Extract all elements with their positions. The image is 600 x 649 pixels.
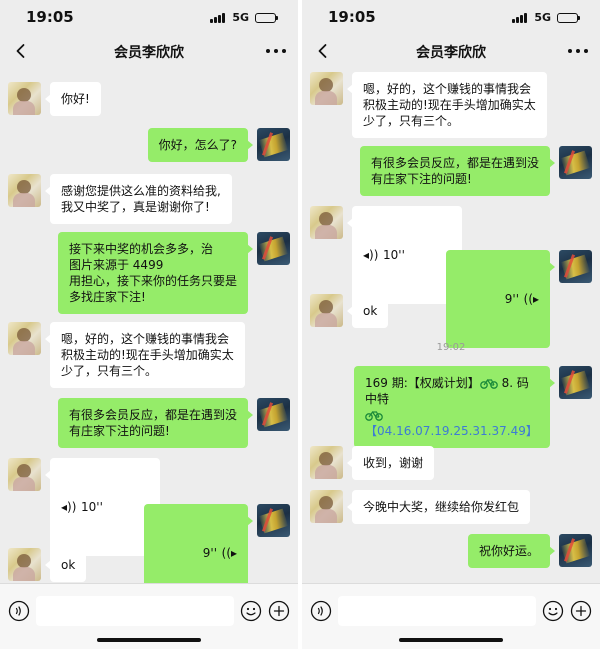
voice-wave-icon: ◂)) <box>221 546 237 560</box>
signal-icon <box>512 12 528 23</box>
input-bar <box>302 583 600 649</box>
self-avatar[interactable] <box>257 504 290 537</box>
message-bubble[interactable]: 感谢您提供这么准的资料给我, 我又中奖了，真是谢谢你了! <box>45 174 232 224</box>
bicycle-icon <box>479 378 498 389</box>
plus-icon[interactable] <box>268 600 290 622</box>
more-dots-icon[interactable] <box>266 43 286 59</box>
self-avatar[interactable] <box>559 250 592 283</box>
nav-bar: 会员李欣欣 <box>0 34 298 68</box>
message-bubble[interactable]: 有很多会员反应，都是在遇到没 有庄家下注的问题! <box>359 146 556 196</box>
message-bubble[interactable]: 169 期:【权威计划】 8. 码中特 【04.16.07.19.25.31.37… <box>354 366 555 448</box>
network-label: 5G <box>232 11 249 24</box>
message-bubble[interactable]: 嗯，好的，这个赚钱的事情我会 积极主动的!现在手头增加确实太 少了，只有三个。 <box>347 72 547 138</box>
voice-message[interactable]: 9'' ◂)) <box>144 504 253 583</box>
voice-icon[interactable] <box>8 600 30 622</box>
message-bubble[interactable]: 你好，怎么了? <box>147 128 254 162</box>
signal-icon <box>210 12 226 23</box>
more-dots-icon[interactable] <box>568 43 588 59</box>
bicycle-icon <box>365 410 383 421</box>
chevron-left-icon[interactable] <box>12 42 30 60</box>
message-input[interactable] <box>338 596 536 626</box>
chat-screen-right: 19:05 5G 会员李欣欣 嗯，好的，这个赚钱的事情我会 积极主动的!现在手头… <box>302 0 600 649</box>
self-avatar[interactable] <box>559 366 592 399</box>
contact-avatar[interactable] <box>8 322 41 355</box>
emoji-icon[interactable] <box>240 600 262 622</box>
screenshot-pair: 19:05 5G 会员李欣欣 你好! 你好，怎么了? 感谢您提供这么准的资料给我… <box>0 0 600 649</box>
voice-duration: 10'' <box>81 500 103 514</box>
input-bar <box>0 583 298 649</box>
message-bubble[interactable]: 祝你好运。 <box>467 534 556 568</box>
voice-wave-icon: ◂)) <box>363 248 379 262</box>
status-bar: 19:05 5G <box>302 0 600 34</box>
contact-avatar[interactable] <box>310 490 343 523</box>
battery-icon <box>557 12 580 23</box>
self-avatar[interactable] <box>559 534 592 567</box>
nav-bar: 会员李欣欣 <box>302 34 600 68</box>
plus-icon[interactable] <box>570 600 592 622</box>
self-avatar[interactable] <box>257 232 290 265</box>
message-list[interactable]: 你好! 你好，怎么了? 感谢您提供这么准的资料给我, 我又中奖了，真是谢谢你了!… <box>0 68 298 583</box>
contact-avatar[interactable] <box>310 206 343 239</box>
timestamp: 19:02 <box>436 342 466 353</box>
message-bubble[interactable]: 今晚中大奖，继续给你发红包 <box>346 490 531 524</box>
status-time: 19:05 <box>26 8 74 26</box>
emoji-icon[interactable] <box>542 600 564 622</box>
network-label: 5G <box>534 11 551 24</box>
voice-message[interactable]: 9'' ◂)) <box>446 250 555 348</box>
message-bubble[interactable]: 接下来中奖的机会多多，治 图片来源于 4499 用担心，接下来你的任务只要是 多… <box>57 232 254 314</box>
voice-duration: 10'' <box>383 248 405 262</box>
voice-wave-icon: ◂)) <box>523 292 539 306</box>
chat-screen-left: 19:05 5G 会员李欣欣 你好! 你好，怎么了? 感谢您提供这么准的资料给我… <box>0 0 298 649</box>
message-bubble[interactable]: ok <box>44 548 87 582</box>
self-avatar[interactable] <box>559 146 592 179</box>
message-bubble[interactable]: 你好! <box>45 82 101 116</box>
voice-duration: 9'' <box>202 546 217 560</box>
chat-title: 会员李欣欣 <box>416 45 486 61</box>
message-bubble[interactable]: ok <box>346 294 389 328</box>
status-time: 19:05 <box>328 8 376 26</box>
voice-icon[interactable] <box>310 600 332 622</box>
home-indicator <box>399 638 503 642</box>
plan-text: 169 期:【权威计划】 <box>365 376 480 390</box>
status-icons: 5G <box>210 11 278 24</box>
message-list[interactable]: 嗯，好的，这个赚钱的事情我会 积极主动的!现在手头增加确实太 少了，只有三个。 … <box>302 68 600 583</box>
contact-avatar[interactable] <box>310 72 343 105</box>
message-bubble[interactable]: 有很多会员反应，都是在遇到没 有庄家下注的问题! <box>57 398 254 448</box>
contact-avatar[interactable] <box>8 174 41 207</box>
self-avatar[interactable] <box>257 398 290 431</box>
message-bubble[interactable]: 嗯，好的，这个赚钱的事情我会 积极主动的!现在手头增加确实太 少了，只有三个。 <box>45 322 245 388</box>
status-bar: 19:05 5G <box>0 0 298 34</box>
contact-avatar[interactable] <box>8 548 41 581</box>
contact-avatar[interactable] <box>310 446 343 479</box>
contact-avatar[interactable] <box>8 458 41 491</box>
self-avatar[interactable] <box>257 128 290 161</box>
message-input[interactable] <box>36 596 234 626</box>
lottery-code: 【04.16.07.19.25.31.37.49】 <box>365 424 538 438</box>
contact-avatar[interactable] <box>310 294 343 327</box>
battery-icon <box>255 12 278 23</box>
message-bubble[interactable]: 收到，谢谢 <box>346 446 435 480</box>
chat-title: 会员李欣欣 <box>114 45 184 61</box>
chevron-left-icon[interactable] <box>314 42 332 60</box>
contact-avatar[interactable] <box>8 82 41 115</box>
voice-wave-icon: ◂)) <box>61 500 77 514</box>
voice-duration: 9'' <box>504 292 519 306</box>
status-icons: 5G <box>512 11 580 24</box>
home-indicator <box>97 638 201 642</box>
